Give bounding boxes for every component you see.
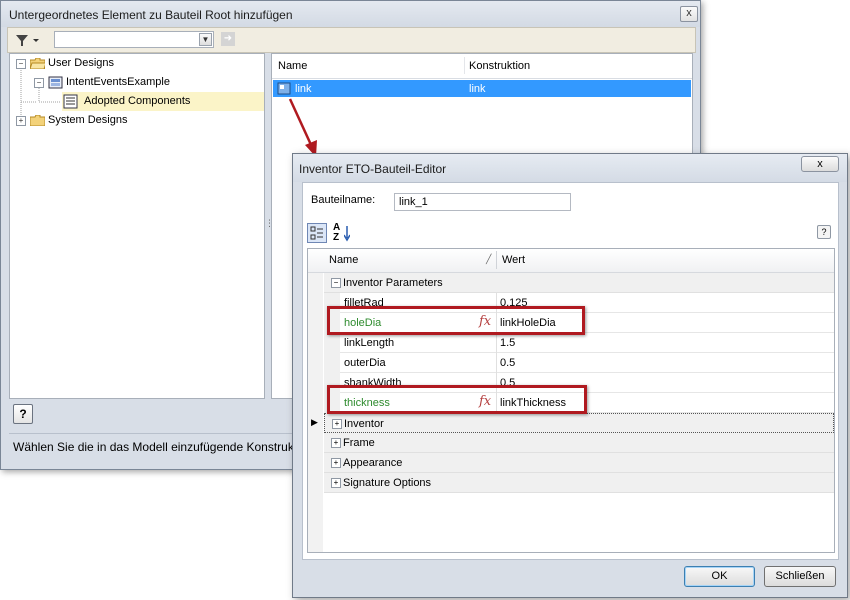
help-button[interactable]: ? <box>817 225 831 239</box>
document-icon <box>63 94 78 109</box>
expand-icon[interactable]: + <box>331 478 341 488</box>
expand-icon[interactable]: + <box>16 116 26 126</box>
property-value[interactable]: 1.5 <box>500 337 515 349</box>
collapse-icon[interactable]: − <box>331 278 341 288</box>
category-label: Inventor Parameters <box>343 277 443 289</box>
expand-icon[interactable]: + <box>331 458 341 468</box>
part-name-label: Bauteilname: <box>311 194 376 206</box>
collapse-icon[interactable]: − <box>34 78 44 88</box>
category-signature-options[interactable]: + Signature Options <box>324 473 834 493</box>
part-icon <box>277 82 291 95</box>
tree-item-label: System Designs <box>48 114 128 126</box>
category-inventor[interactable]: + Inventor <box>324 413 834 433</box>
column-header-wert[interactable]: Wert <box>502 254 525 266</box>
category-label: Signature Options <box>343 477 432 489</box>
close-icon[interactable]: x <box>801 156 839 172</box>
sort-az-icon: A Z <box>333 222 340 243</box>
dialog-title-bar[interactable]: Inventor ETO-Bauteil-Editor x <box>293 154 847 182</box>
list-item-konstruktion: link <box>469 83 486 95</box>
highlight-box-thickness <box>327 385 587 414</box>
expand-icon[interactable]: + <box>331 438 341 448</box>
property-row-outerdia[interactable]: outerDia 0.5 <box>324 353 834 373</box>
category-inventor-parameters[interactable]: − Inventor Parameters <box>324 273 834 293</box>
folder-icon <box>30 115 45 126</box>
ok-button[interactable]: OK <box>684 566 755 587</box>
property-name: linkLength <box>344 337 395 349</box>
toolbar: ▼ ➜ <box>7 27 696 53</box>
alphabetical-sort-button[interactable]: A Z <box>333 223 351 243</box>
tree-item-user-designs[interactable]: − User Designs <box>10 54 264 73</box>
tree-item-intent-events-example[interactable]: − IntentEventsExample <box>10 73 264 92</box>
cell-divider <box>496 333 497 353</box>
current-row-pointer-icon: ▶ <box>311 417 318 427</box>
filter-combo[interactable]: ▼ <box>54 31 214 48</box>
categorized-view-button[interactable] <box>307 223 327 243</box>
list-item-link[interactable]: link link <box>273 80 691 97</box>
category-frame[interactable]: + Frame <box>324 433 834 453</box>
dialog-title-bar[interactable]: Untergeordnetes Element zu Bauteil Root … <box>1 1 700 27</box>
eto-part-editor-dialog: Inventor ETO-Bauteil-Editor x Bauteilnam… <box>292 153 848 598</box>
tree-item-system-designs[interactable]: + System Designs <box>10 111 264 130</box>
open-folder-icon <box>30 58 45 69</box>
help-button[interactable]: ? <box>13 404 33 424</box>
category-label: Appearance <box>343 457 403 469</box>
list-header: Name Konstruktion <box>272 54 692 79</box>
column-divider[interactable] <box>496 251 497 269</box>
collapse-icon[interactable]: − <box>16 59 26 69</box>
column-header-name[interactable]: Name <box>329 254 358 266</box>
category-label: Inventor <box>344 418 384 430</box>
category-label: Frame <box>343 437 375 449</box>
property-name: outerDia <box>344 357 386 369</box>
cell-divider <box>496 353 497 373</box>
tree-item-adopted-components[interactable]: Adopted Components <box>62 92 264 111</box>
part-name-input[interactable]: link_1 <box>394 193 571 211</box>
arrow-right-icon[interactable]: ➜ <box>221 32 235 46</box>
sort-arrow-icon <box>344 226 350 242</box>
category-appearance[interactable]: + Appearance <box>324 453 834 473</box>
assembly-icon <box>48 76 63 89</box>
filter-button[interactable] <box>14 32 44 48</box>
categorized-icon <box>310 226 323 240</box>
column-divider[interactable] <box>464 57 465 74</box>
editor-panel: Bauteilname: link_1 A Z ? Name ╱ Wert − … <box>302 182 839 560</box>
filter-icon <box>16 35 39 46</box>
tree-item-label: IntentEventsExample <box>66 76 170 88</box>
row-gutter <box>308 273 323 552</box>
property-row-linklength[interactable]: linkLength 1.5 <box>324 333 834 353</box>
dialog-title: Inventor ETO-Bauteil-Editor <box>299 162 447 176</box>
tree-item-label: Adopted Components <box>84 95 191 107</box>
property-value[interactable]: 0.5 <box>500 357 515 369</box>
status-text: Wählen Sie die in das Modell einzufügend… <box>13 440 294 454</box>
row-indent <box>324 353 340 373</box>
tree-item-label: User Designs <box>48 57 115 69</box>
row-indent <box>324 333 340 353</box>
chevron-down-icon[interactable]: ▼ <box>199 33 212 46</box>
grid-header: Name ╱ Wert <box>308 249 834 273</box>
pane-splitter[interactable]: ⋮ <box>265 219 274 235</box>
close-button[interactable]: Schließen <box>764 566 836 587</box>
column-header-name[interactable]: Name <box>278 60 307 72</box>
close-icon[interactable]: x <box>680 6 698 22</box>
dialog-title: Untergeordnetes Element zu Bauteil Root … <box>9 8 293 22</box>
column-header-konstruktion[interactable]: Konstruktion <box>469 60 530 72</box>
design-tree: − User Designs − IntentEventsExample Ado… <box>9 53 265 399</box>
sort-indicator-icon: ╱ <box>486 254 492 264</box>
expand-icon[interactable]: + <box>332 419 342 429</box>
highlight-box-holedia <box>327 306 585 335</box>
list-item-name: link <box>295 83 312 95</box>
